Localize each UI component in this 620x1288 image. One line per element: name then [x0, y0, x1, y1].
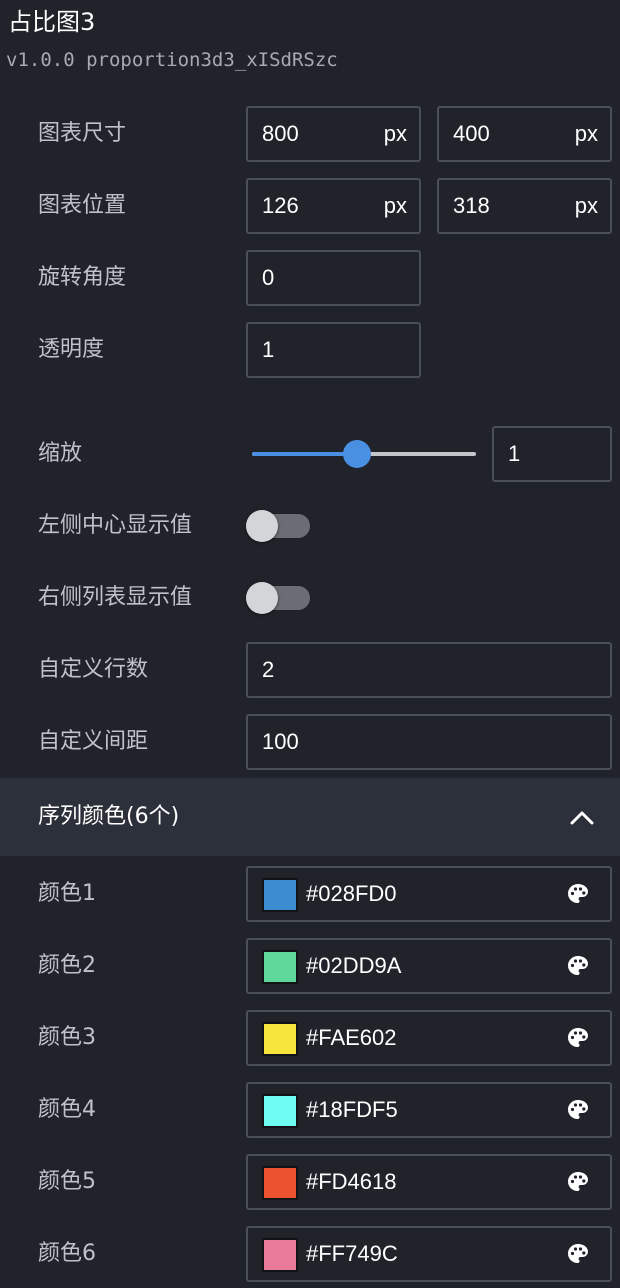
color-4-label: 颜色4	[38, 1097, 96, 1122]
scale-slider-fill	[252, 452, 358, 456]
custom-rows-input[interactable]: 2	[246, 642, 612, 698]
custom-spacing-input[interactable]: 100	[246, 714, 612, 770]
chart-width-input[interactable]: 800 px	[246, 106, 421, 162]
color-3-input[interactable]: #FAE602	[246, 1010, 612, 1066]
color-hex-value: #FAE602	[306, 1025, 397, 1050]
color-hex-value: #FF749C	[306, 1241, 398, 1266]
color-hex-value: #FD4618	[306, 1169, 397, 1194]
custom-rows-label: 自定义行数	[38, 657, 149, 682]
series-colors-header[interactable]: 序列颜色(6个)	[0, 778, 620, 856]
chevron-up-icon[interactable]	[568, 804, 596, 832]
color-6-label: 颜色6	[38, 1241, 96, 1266]
color-2-label: 颜色2	[38, 953, 96, 978]
scale-slider[interactable]	[252, 440, 476, 468]
rotation-input[interactable]: 0	[246, 250, 421, 306]
chart-x-value: 126	[262, 193, 299, 218]
px-unit: px	[574, 121, 598, 146]
color-4-input[interactable]: #18FDF5	[246, 1082, 612, 1138]
color-2-input[interactable]: #02DD9A	[246, 938, 612, 994]
scale-slider-thumb[interactable]	[343, 440, 372, 468]
color-1-label: 颜色1	[38, 881, 96, 906]
chart-height-input[interactable]: 400 px	[437, 106, 612, 162]
opacity-input[interactable]: 1	[246, 322, 421, 378]
color-5-input[interactable]: #FD4618	[246, 1154, 612, 1210]
color-hex-value: #028FD0	[306, 881, 397, 906]
toggle-knob	[246, 510, 278, 542]
panel-title: 占比图3	[8, 8, 96, 36]
px-unit: px	[383, 121, 407, 146]
color-swatch[interactable]	[262, 878, 298, 912]
chart-y-input[interactable]: 318 px	[437, 178, 612, 234]
palette-icon[interactable]	[566, 1026, 590, 1050]
palette-icon[interactable]	[566, 882, 590, 906]
palette-icon[interactable]	[566, 954, 590, 978]
px-unit: px	[574, 193, 598, 218]
rotation-label: 旋转角度	[38, 265, 127, 290]
opacity-label: 透明度	[38, 337, 105, 362]
right-list-value-label: 右侧列表显示值	[38, 585, 193, 610]
color-hex-value: #18FDF5	[306, 1097, 398, 1122]
opacity-value: 1	[262, 337, 275, 362]
custom-rows-value: 2	[262, 657, 275, 682]
chart-height-value: 400	[453, 121, 490, 146]
component-id: v1.0.0 proportion3d3_xISdRSzc	[6, 49, 338, 71]
color-swatch[interactable]	[262, 1166, 298, 1200]
color-6-input[interactable]: #FF749C	[246, 1226, 612, 1282]
series-colors-title: 序列颜色(6个)	[38, 804, 180, 829]
color-swatch[interactable]	[262, 1022, 298, 1056]
color-hex-value: #02DD9A	[306, 953, 402, 978]
chart-y-value: 318	[453, 193, 490, 218]
scale-input[interactable]: 1	[492, 426, 612, 482]
palette-icon[interactable]	[566, 1170, 590, 1194]
custom-spacing-value: 100	[262, 729, 299, 754]
scale-label: 缩放	[38, 441, 83, 466]
scale-value: 1	[508, 441, 521, 466]
left-center-value-label: 左侧中心显示值	[38, 513, 193, 538]
color-3-label: 颜色3	[38, 1025, 96, 1050]
chart-x-input[interactable]: 126 px	[246, 178, 421, 234]
px-unit: px	[383, 193, 407, 218]
right-list-value-toggle[interactable]	[246, 582, 310, 614]
palette-icon[interactable]	[566, 1098, 590, 1122]
toggle-knob	[246, 582, 278, 614]
left-center-value-toggle[interactable]	[246, 510, 310, 542]
color-swatch[interactable]	[262, 1094, 298, 1128]
color-swatch[interactable]	[262, 950, 298, 984]
color-5-label: 颜色5	[38, 1169, 96, 1194]
color-swatch[interactable]	[262, 1238, 298, 1272]
rotation-value: 0	[262, 265, 275, 290]
chart-position-label: 图表位置	[38, 193, 127, 218]
custom-spacing-label: 自定义间距	[38, 729, 149, 754]
color-1-input[interactable]: #028FD0	[246, 866, 612, 922]
chart-width-value: 800	[262, 121, 299, 146]
chart-size-label: 图表尺寸	[38, 121, 127, 146]
palette-icon[interactable]	[566, 1242, 590, 1266]
